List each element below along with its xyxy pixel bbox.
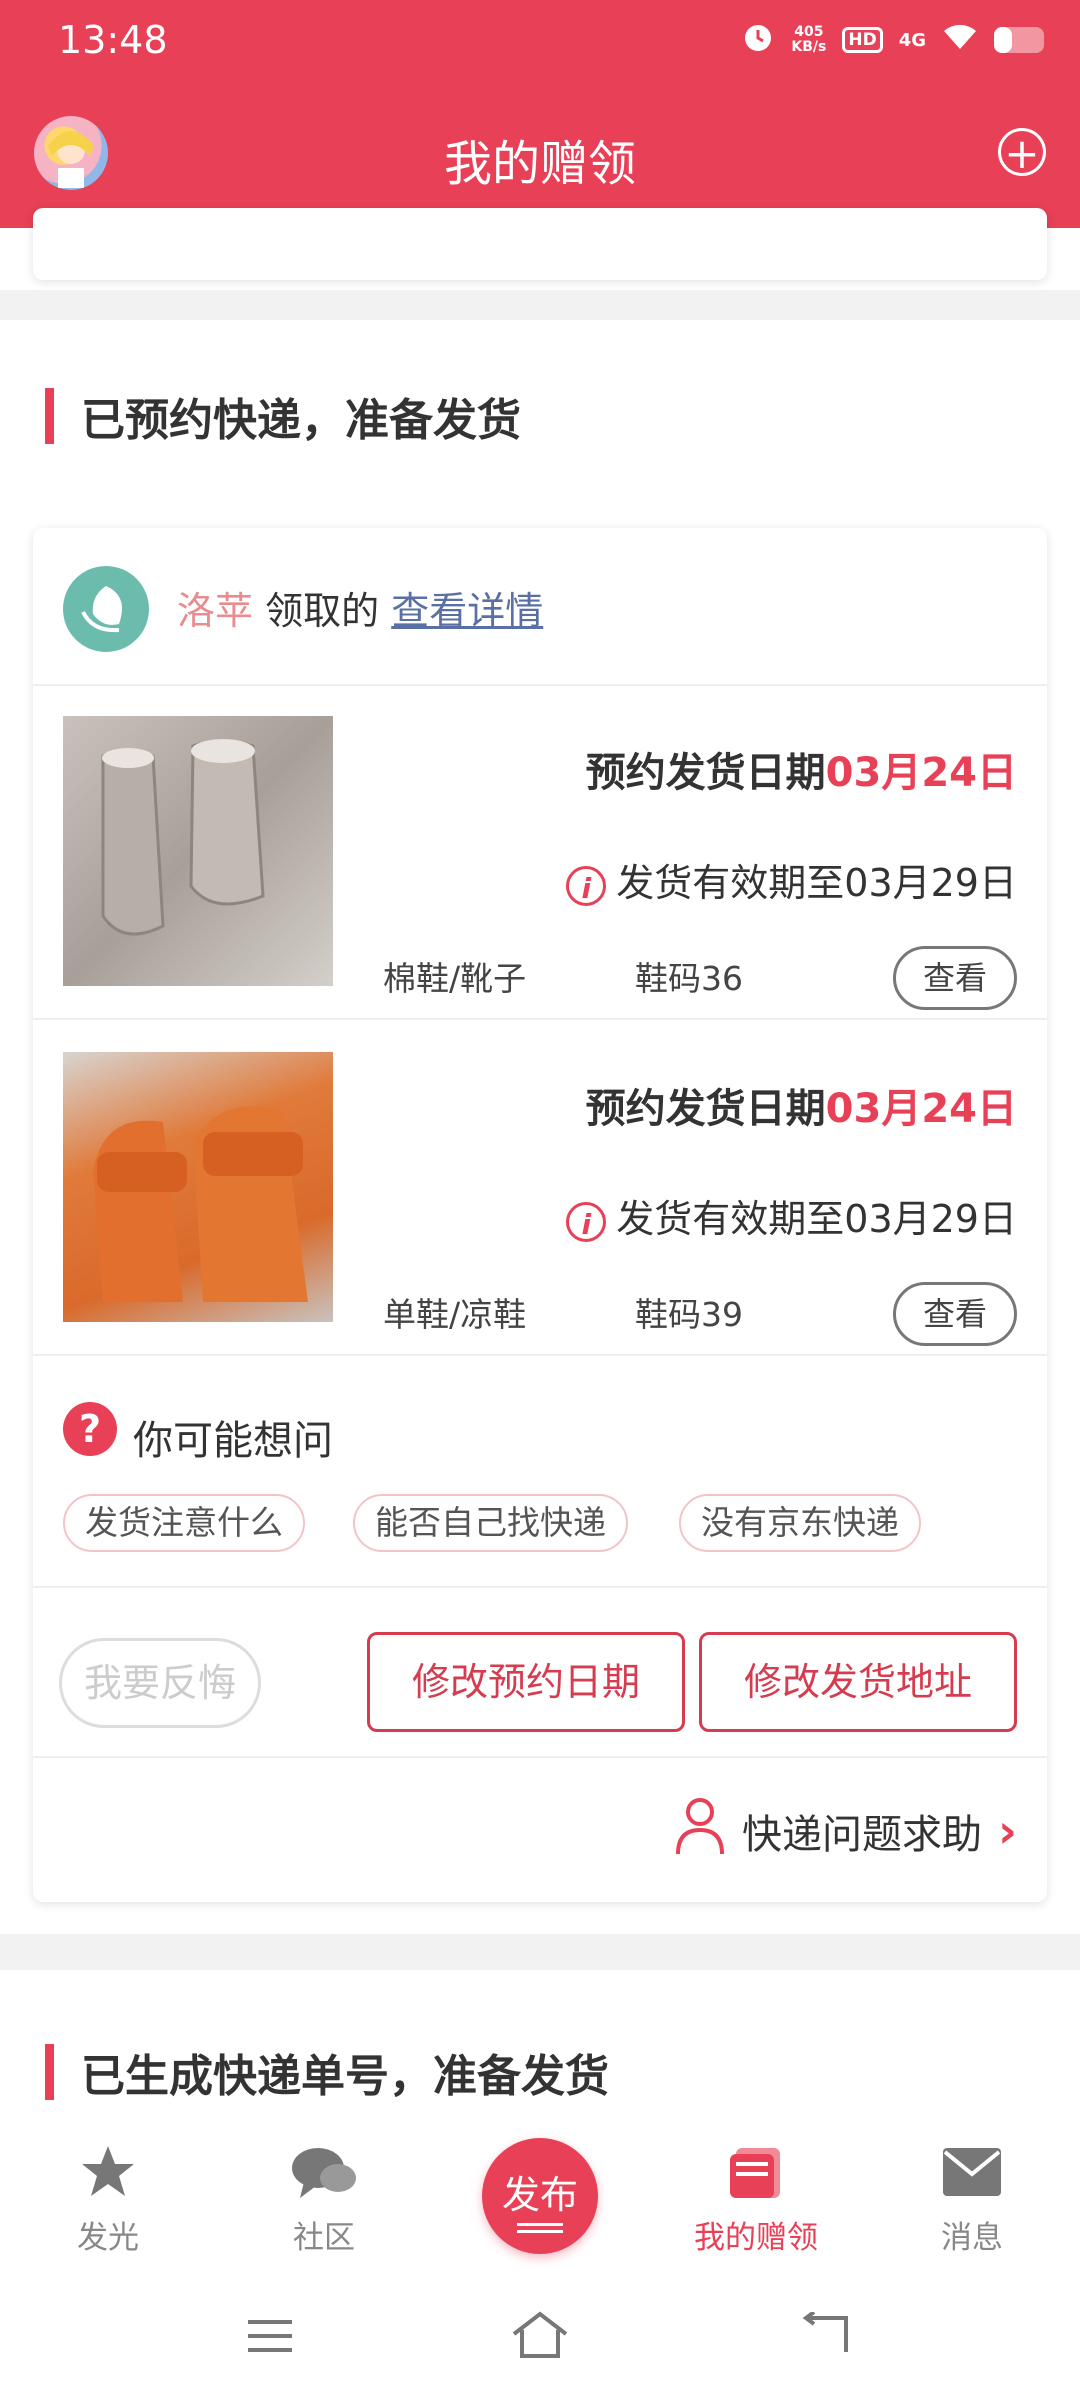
section-title: 已预约快递，准备发货 <box>45 384 521 448</box>
battery-icon <box>994 27 1044 53</box>
gift-box-icon <box>676 2142 836 2202</box>
person-icon <box>674 1796 726 1866</box>
star-icon <box>28 2142 188 2202</box>
info-icon[interactable]: i <box>566 1201 607 1242</box>
faq-chip[interactable]: 没有京东快递 <box>679 1494 921 1552</box>
giver-line: 洛苹 领取的 查看详情 <box>177 580 543 635</box>
hd-icon: HD <box>842 27 883 53</box>
plus-circle-icon[interactable]: + <box>998 128 1046 177</box>
tab-glow[interactable]: 发光 <box>28 2142 188 2257</box>
signal-4g-icon: 4G <box>898 29 926 51</box>
section-title: 已生成快递单号，准备发货 <box>45 2040 609 2104</box>
previous-section <box>0 208 1080 290</box>
ship-date-value: 03月24日 <box>825 750 1017 796</box>
item-category: 单鞋/凉鞋 <box>383 1295 527 1334</box>
faq-chip[interactable]: 能否自己找快递 <box>353 1494 628 1552</box>
gift-card: 洛苹 领取的 查看详情 预约发货日期03月24日 i 发货有效期至03月29日 棉… <box>33 528 1047 1902</box>
page-title: 我的赠领 <box>443 136 636 192</box>
tab-label: 消息 <box>941 2220 1003 2256</box>
view-button[interactable]: 查看 <box>893 946 1017 1010</box>
publish-line <box>517 2223 563 2226</box>
item-category: 棉鞋/靴子 <box>383 959 527 998</box>
giver-name[interactable]: 洛苹 <box>177 589 253 633</box>
status-icons: 405 KB/s HD 4G <box>741 20 1044 60</box>
envelope-icon <box>892 2142 1052 2202</box>
chat-bubbles-icon <box>244 2142 404 2202</box>
express-help-link[interactable]: 快递问题求助 › <box>674 1796 1017 1866</box>
chevron-right-icon: › <box>998 1804 1017 1858</box>
valid-period: i 发货有效期至03月29日 <box>566 1188 1017 1243</box>
publish-line <box>517 2230 563 2233</box>
section-tracking: 已生成快递单号，准备发货 <box>0 1970 1080 2130</box>
question-icon: ? <box>63 1402 117 1456</box>
back-icon[interactable] <box>800 2310 850 2360</box>
publish-button[interactable]: 发布 <box>482 2138 598 2254</box>
tab-messages[interactable]: 消息 <box>892 2142 1052 2257</box>
divider <box>33 1756 1047 1758</box>
item-size: 鞋码39 <box>635 1295 743 1334</box>
change-date-button[interactable]: 修改预约日期 <box>367 1632 685 1732</box>
tab-label: 我的赠领 <box>694 2220 818 2256</box>
divider <box>33 1018 1047 1020</box>
item-photo-boots[interactable] <box>63 716 333 986</box>
ship-date: 预约发货日期03月24日 <box>586 740 1017 798</box>
ship-date: 预约发货日期03月24日 <box>586 1076 1017 1134</box>
previous-card <box>33 208 1047 280</box>
network-speed: 405 KB/s <box>791 24 827 55</box>
help-label: 快递问题求助 <box>742 1812 983 1858</box>
publish-label: 发布 <box>501 2173 578 2217</box>
faq-chip[interactable]: 发货注意什么 <box>63 1494 305 1552</box>
item-photo-slippers[interactable] <box>63 1052 333 1322</box>
section-booked: 已预约快递，准备发货 洛苹 领取的 查看详情 预约发货日期03月24日 i 发货有… <box>0 320 1080 1934</box>
ship-date-value: 03月24日 <box>825 1086 1017 1132</box>
change-address-button[interactable]: 修改发货地址 <box>699 1632 1017 1732</box>
status-time: 13:48 <box>58 18 168 62</box>
giver-text: 领取的 <box>265 589 380 633</box>
valid-text: 发货有效期至03月29日 <box>616 1197 1017 1241</box>
battery-level <box>994 27 1012 53</box>
info-icon[interactable]: i <box>566 865 607 906</box>
regret-button[interactable]: 我要反悔 <box>59 1638 261 1728</box>
view-button[interactable]: 查看 <box>893 1282 1017 1346</box>
tab-community[interactable]: 社区 <box>244 2142 404 2257</box>
ship-date-label: 预约发货日期 <box>585 1086 826 1132</box>
menu-icon[interactable] <box>246 2316 294 2360</box>
detail-link[interactable]: 查看详情 <box>391 589 543 633</box>
valid-text: 发货有效期至03月29日 <box>616 861 1017 905</box>
tab-label: 社区 <box>293 2220 355 2256</box>
home-icon[interactable] <box>510 2310 570 2364</box>
faq-title: 你可能想问 <box>133 1418 333 1464</box>
divider <box>33 684 1047 686</box>
valid-period: i 发货有效期至03月29日 <box>566 852 1017 907</box>
divider <box>33 1354 1047 1356</box>
item-size: 鞋码36 <box>635 959 743 998</box>
alarm-icon <box>741 20 775 60</box>
ship-date-label: 预约发货日期 <box>585 750 826 796</box>
leaf-logo-icon <box>63 566 149 652</box>
tab-my-gifts[interactable]: 我的赠领 <box>676 2142 836 2257</box>
divider <box>33 1586 1047 1588</box>
wifi-icon <box>942 23 978 57</box>
tab-label: 发光 <box>77 2220 139 2256</box>
